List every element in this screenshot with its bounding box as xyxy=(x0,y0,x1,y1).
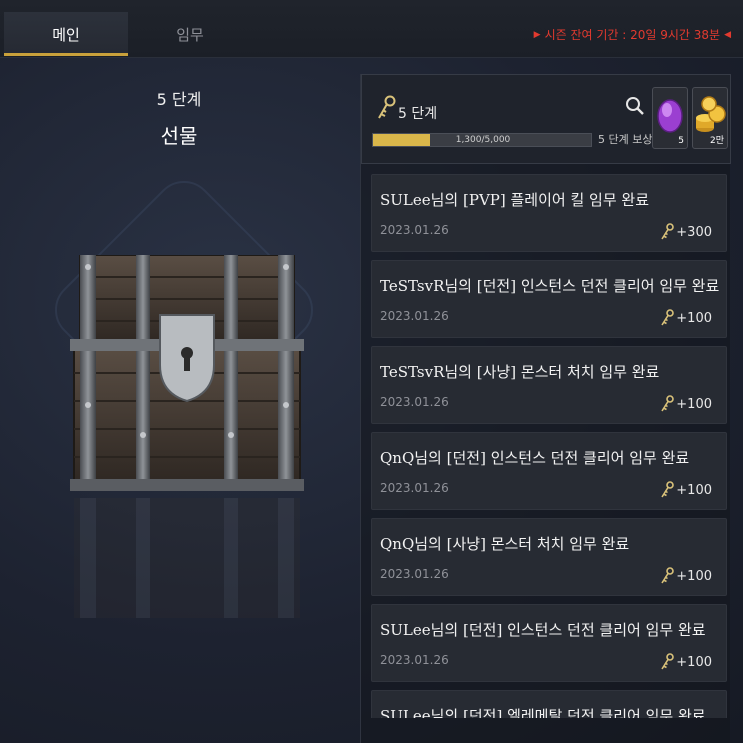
entry-points: +100 xyxy=(660,653,712,671)
key-icon xyxy=(661,395,675,412)
gift-title: 선물 xyxy=(160,124,198,148)
left-arrow-icon: ◀ xyxy=(724,29,731,40)
key-icon xyxy=(661,481,675,498)
list-item[interactable]: QnQ님의 [사냥] 몬스터 처치 임무 완료 2023.01.26 +100 xyxy=(371,518,727,596)
level-progress-bar: 1,300/5,000 xyxy=(372,133,592,147)
treasure-chest-icon[interactable] xyxy=(70,254,304,495)
level-progress-box: 5 단계 1,300/5,000 5 단계 보상 5 2만 xyxy=(361,74,731,164)
current-level: 5 단계 xyxy=(398,106,438,122)
entry-points: +100 xyxy=(660,567,712,585)
list-item[interactable]: TeSTsvR님의 [던전] 인스턴스 던전 클리어 임무 완료 2023.01.… xyxy=(371,260,727,338)
entry-message: TeSTsvR님의 [던전] 인스턴스 던전 클리어 임무 완료 xyxy=(380,277,720,295)
points-value: +300 xyxy=(676,224,712,240)
entry-date: 2023.01.26 xyxy=(380,309,449,323)
entry-date: 2023.01.26 xyxy=(380,223,449,237)
entry-message: QnQ님의 [사냥] 몬스터 처치 임무 완료 xyxy=(380,535,630,553)
entry-message: SULee님의 [던전] 인스턴스 던전 클리어 임무 완료 xyxy=(380,621,706,639)
list-item[interactable]: SULee님의 [던전] 엘레메탈 던전 클리어 임무 완료 xyxy=(371,690,727,718)
tab-main[interactable]: 메인 xyxy=(4,12,128,56)
reward-preview-panel: 5 단계 선물 xyxy=(4,60,354,740)
purple-gem-icon xyxy=(657,99,683,133)
list-item[interactable]: SULee님의 [던전] 인스턴스 던전 클리어 임무 완료 2023.01.26… xyxy=(371,604,727,682)
points-value: +100 xyxy=(676,482,712,498)
key-icon xyxy=(378,95,396,119)
reward-item-gold[interactable]: 2만 xyxy=(692,87,728,149)
chest-reflection xyxy=(70,498,304,618)
season-remaining-text: 시즌 잔여 기간 : 20일 9시간 38분 xyxy=(544,28,721,42)
points-value: +100 xyxy=(676,654,712,670)
entry-date: 2023.01.26 xyxy=(380,395,449,409)
entry-points: +100 xyxy=(660,481,712,499)
entry-date: 2023.01.26 xyxy=(380,653,449,667)
list-item[interactable]: TeSTsvR님의 [사냥] 몬스터 처치 임무 완료 2023.01.26 +10… xyxy=(371,346,727,424)
key-icon xyxy=(661,223,675,240)
entry-points: +300 xyxy=(660,223,712,241)
points-value: +100 xyxy=(676,396,712,412)
points-value: +100 xyxy=(676,310,712,326)
list-item[interactable]: SULee님의 [PVP] 플레이어 킬 임무 완료 2023.01.26 +300 xyxy=(371,174,727,252)
right-arrow-icon: ▶ xyxy=(533,29,541,40)
progress-text: 1,300/5,000 xyxy=(455,135,511,145)
key-icon xyxy=(661,567,675,584)
entry-message: SULee님의 [PVP] 플레이어 킬 임무 완료 xyxy=(380,191,649,209)
points-value: +100 xyxy=(676,568,712,584)
search-icon[interactable] xyxy=(624,95,646,117)
entry-message: TeSTsvR님의 [사냥] 몬스터 처치 임무 완료 xyxy=(380,363,660,381)
tab-mission[interactable]: 임무 xyxy=(128,12,252,56)
list-item[interactable]: QnQ님의 [던전] 인스턴스 던전 클리어 임무 완료 2023.01.26 +1… xyxy=(371,432,727,510)
gem-count: 5 xyxy=(678,136,684,146)
reward-label: 5 단계 보상 xyxy=(598,133,653,146)
key-icon xyxy=(661,309,675,326)
event-window: 메인 임무 ▶ 시즌 잔여 기간 : 20일 9시간 38분 ◀ 5 단계 선물 xyxy=(0,0,743,743)
entry-points: +100 xyxy=(660,395,712,413)
mission-log-list[interactable]: SULee님의 [PVP] 플레이어 킬 임무 완료 2023.01.26 +300… xyxy=(371,174,727,718)
top-bar: 메인 임무 ▶ 시즌 잔여 기간 : 20일 9시간 38분 ◀ xyxy=(0,0,743,58)
season-remaining: ▶ 시즌 잔여 기간 : 20일 9시간 38분 ◀ xyxy=(534,26,731,43)
entry-points: +100 xyxy=(660,309,712,327)
gold-count: 2만 xyxy=(709,136,724,146)
entry-date: 2023.01.26 xyxy=(380,567,449,581)
entry-date: 2023.01.26 xyxy=(380,481,449,495)
stage-title: 5 단계 xyxy=(156,90,202,109)
reward-item-gem[interactable]: 5 xyxy=(652,87,688,149)
key-icon xyxy=(661,653,675,670)
mission-log-panel: 5 단계 1,300/5,000 5 단계 보상 5 2만 SULee님의 [P… xyxy=(360,74,731,743)
entry-message: SULee님의 [던전] 엘레메탈 던전 클리어 임무 완료 xyxy=(380,707,706,718)
entry-message: QnQ님의 [던전] 인스턴스 던전 클리어 임무 완료 xyxy=(380,449,690,467)
